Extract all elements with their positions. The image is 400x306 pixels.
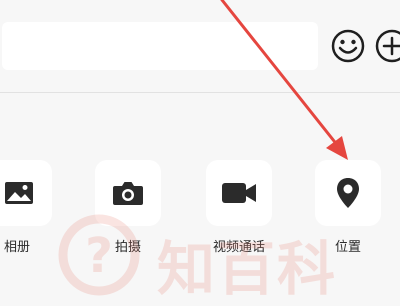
camera-icon: [113, 182, 143, 205]
location-pin-icon: [337, 178, 359, 208]
video-call-icon: [222, 183, 256, 203]
gallery-icon: [5, 182, 33, 204]
location-button[interactable]: [315, 160, 381, 226]
gallery-label: 相册: [3, 240, 30, 255]
video-call-button[interactable]: [206, 160, 272, 226]
camera-label: 拍摄: [114, 240, 141, 255]
video-call-label: 视频通话: [212, 240, 265, 255]
emoji-icon[interactable]: [330, 28, 366, 64]
add-more-icon[interactable]: [374, 28, 400, 64]
location-label: 位置: [334, 240, 361, 255]
camera-button[interactable]: [95, 160, 161, 226]
message-input[interactable]: [2, 22, 318, 70]
gallery-button[interactable]: [0, 160, 52, 226]
chat-input-bar: [0, 0, 400, 93]
